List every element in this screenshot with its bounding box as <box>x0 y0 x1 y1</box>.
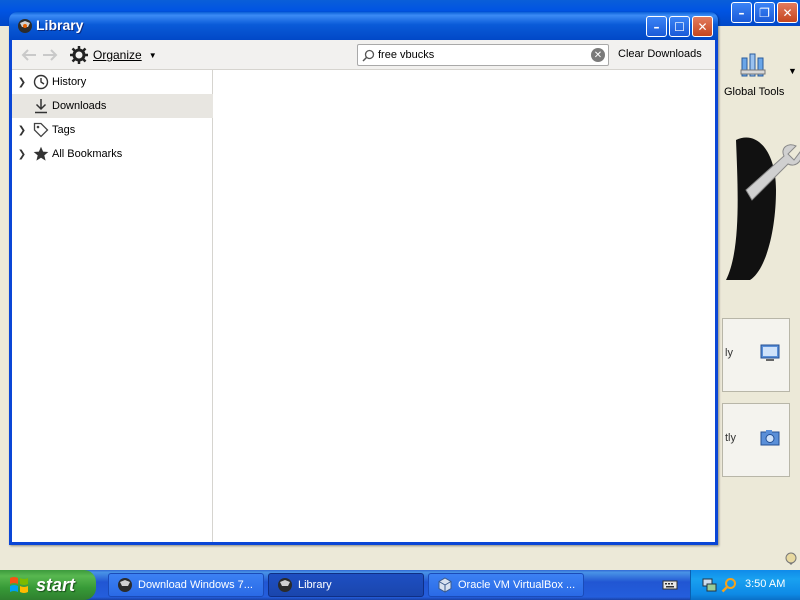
taskbar-item-virtualbox[interactable]: Oracle VM VirtualBox ... <box>428 573 584 597</box>
global-tools-label: Global Tools <box>724 86 785 98</box>
downloads-list[interactable] <box>214 70 715 542</box>
library-titlebar[interactable]: Library – ☐ ✕ <box>9 12 718 40</box>
star-icon <box>33 146 49 161</box>
tag-icon <box>33 122 49 138</box>
firefox-icon <box>278 578 292 592</box>
firefox-icon <box>118 578 132 592</box>
card-snippet: ly <box>725 347 733 359</box>
search-icon <box>362 49 375 62</box>
close-button[interactable]: ✕ <box>692 16 713 37</box>
keyboard-icon[interactable] <box>662 577 678 593</box>
card-snippet: tly <box>725 432 736 444</box>
monitor-icon <box>760 344 780 361</box>
sidebar-item-label: History <box>52 76 87 88</box>
chevron-right-icon[interactable]: ❯ <box>14 149 30 160</box>
minimize-button[interactable]: – <box>646 16 667 37</box>
sidebar-item-label: All Bookmarks <box>52 148 123 160</box>
start-button[interactable]: start <box>0 570 96 600</box>
sidebar-item-tags[interactable]: ❯ Tags <box>12 118 213 142</box>
clear-search-icon[interactable]: ✕ <box>591 48 605 62</box>
sidebar-item-label: Tags <box>52 124 76 136</box>
sidebar-item-all-bookmarks[interactable]: ❯ All Bookmarks <box>12 142 213 166</box>
clock[interactable]: 3:50 AM <box>745 578 785 590</box>
sidebar-item-label: Downloads <box>52 100 107 112</box>
taskbar-item-label: Library <box>298 579 332 591</box>
virtualbox-mascot-image <box>726 137 800 280</box>
clear-downloads-button[interactable]: Clear Downloads <box>618 48 702 60</box>
machine-card[interactable]: tly <box>722 403 790 477</box>
taskbar-item-label: Oracle VM VirtualBox ... <box>458 579 576 591</box>
chevron-down-icon: ▼ <box>148 50 157 60</box>
window-title: Library <box>36 17 84 33</box>
gear-icon <box>70 46 88 64</box>
search-input[interactable] <box>378 47 588 63</box>
download-icon <box>35 99 47 114</box>
back-arrow-icon[interactable] <box>20 47 38 63</box>
taskbar-item-download-windows[interactable]: Download Windows 7... <box>108 573 264 597</box>
windows-logo-icon <box>10 577 28 593</box>
network-icon[interactable] <box>701 577 717 593</box>
taskbar-item-label: Download Windows 7... <box>138 579 253 591</box>
global-tools-button[interactable]: Global Tools ▼ <box>716 44 800 104</box>
library-body: Organize ▼ ✕ Clear Downloads ❯ H <box>12 40 715 542</box>
start-label: start <box>36 574 76 595</box>
sidebar-item-history[interactable]: ❯ History <box>12 70 213 94</box>
clock-icon <box>33 74 49 90</box>
library-window: Library – ☐ ✕ Organize ▼ free vbucks ✕ C… <box>9 12 718 545</box>
taskbar: start Download Windows 7... Library Orac… <box>0 570 800 600</box>
search-box[interactable]: ✕ <box>357 44 609 66</box>
library-toolbar: Organize ▼ ✕ Clear Downloads <box>12 40 715 70</box>
maximize-button[interactable]: ☐ <box>669 16 690 37</box>
camera-icon <box>760 430 780 446</box>
forward-arrow-icon[interactable] <box>41 47 59 63</box>
organize-label: Organize <box>93 48 142 62</box>
virtualbox-icon <box>438 577 452 593</box>
search-icon[interactable] <box>721 577 737 593</box>
chevron-right-icon[interactable]: ❯ <box>14 125 30 136</box>
library-sidebar: ❯ History Downloads ❯ Tags ❯ All Bookmar… <box>12 70 213 542</box>
sidebar-item-downloads[interactable]: Downloads <box>12 94 213 118</box>
close-button[interactable]: ✕ <box>777 2 798 23</box>
firefox-icon <box>18 19 32 33</box>
balloon-icon <box>785 552 797 565</box>
organize-button[interactable]: Organize ▼ <box>70 46 157 64</box>
chevron-right-icon[interactable]: ❯ <box>14 77 30 88</box>
chevron-down-icon[interactable]: ▼ <box>788 66 797 76</box>
restore-button[interactable]: ❐ <box>754 2 775 23</box>
system-tray: 3:50 AM <box>690 570 800 600</box>
machine-card[interactable]: ly <box>722 318 790 392</box>
global-tools-icon <box>740 53 766 77</box>
minimize-button[interactable]: – <box>731 2 752 23</box>
taskbar-item-library[interactable]: Library <box>268 573 424 597</box>
